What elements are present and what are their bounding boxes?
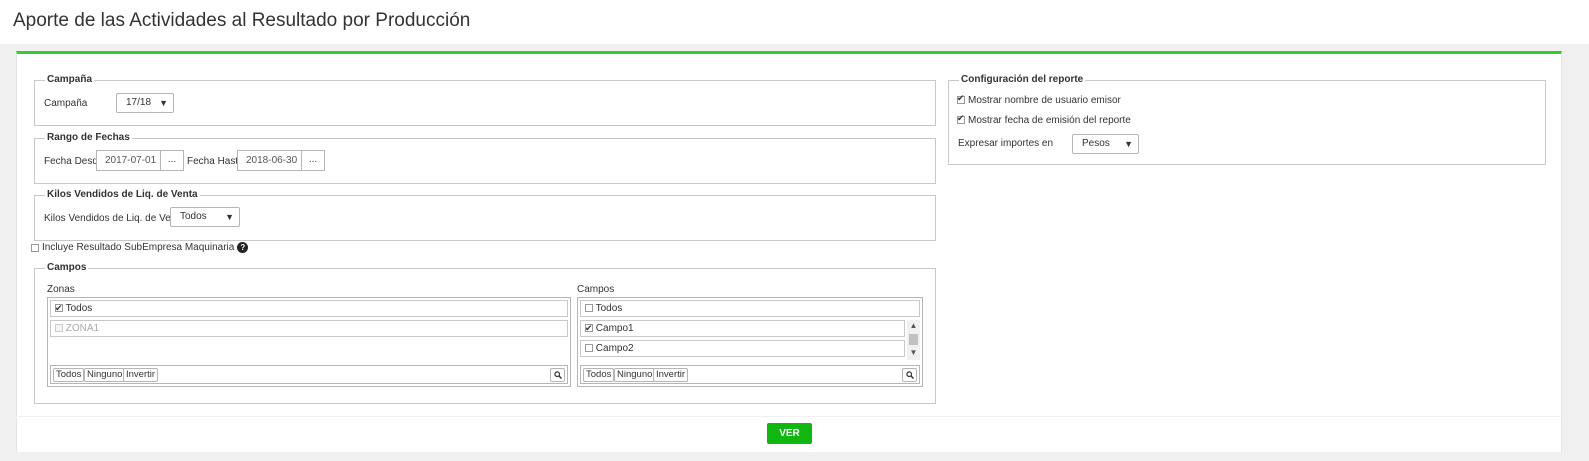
rango-fechas-legend: Rango de Fechas xyxy=(45,132,132,143)
campos-listbox: Todos Campo1 Campo2 ▲ ▼ Todos Ninguno In… xyxy=(577,297,923,387)
fecha-desde-picker-button[interactable]: ... xyxy=(160,150,184,171)
expresar-selected-value: Pesos xyxy=(1082,138,1110,149)
chevron-down-icon: ▼ xyxy=(1124,139,1133,149)
zonas-todos-checkbox[interactable] xyxy=(55,301,63,316)
fecha-hasta-input[interactable]: 2018-06-30 xyxy=(237,150,303,171)
subempresa-row: Incluye Resultado SubEmpresa Maquinaria? xyxy=(31,242,249,254)
chevron-down-icon: ▼ xyxy=(225,212,234,222)
expresar-label: Expresar importes en xyxy=(958,138,1054,149)
zonas-list-footer: Todos Ninguno Invertir xyxy=(50,365,568,384)
zonas-listbox: Todos ZONA1 Todos Ninguno Invertir xyxy=(47,297,571,387)
zonas-ninguno-button[interactable]: Ninguno xyxy=(84,368,126,382)
fecha-desde-label: Fecha Desde xyxy=(44,156,104,167)
mostrar-fecha-row: Mostrar fecha de emisión del reporte xyxy=(957,113,1131,126)
rango-fechas-group: Rango de Fechas Fecha Desde 2017-07-01 .… xyxy=(34,132,936,184)
zonas-todos-item[interactable]: Todos xyxy=(50,300,568,317)
campos-todos-button[interactable]: Todos xyxy=(583,368,615,382)
chevron-down-icon: ▼ xyxy=(159,98,168,108)
scrollbar-thumb[interactable] xyxy=(909,334,918,345)
campo-item-checkbox[interactable] xyxy=(585,344,593,353)
campos-scrollbar[interactable]: ▲ ▼ xyxy=(907,320,920,360)
config-legend: Configuración del reporte xyxy=(959,74,1086,85)
config-group: Configuración del reporte Mostrar nombre… xyxy=(948,74,1546,165)
campo-item-label: Campo1 xyxy=(595,323,634,334)
kilos-group: Kilos Vendidos de Liq. de Venta Kilos Ve… xyxy=(34,189,936,241)
search-icon xyxy=(554,371,562,379)
zona-list-item[interactable]: ZONA1 xyxy=(50,320,568,337)
zonas-search-button[interactable] xyxy=(550,368,565,382)
campos-invertir-button[interactable]: Invertir xyxy=(653,368,689,382)
mostrar-fecha-label: Mostrar fecha de emisión del reporte xyxy=(968,115,1131,126)
campos-group: Campos Zonas Todos ZONA1 Todos Ninguno I… xyxy=(34,262,936,404)
campana-select[interactable]: 17/18 ▼ xyxy=(116,93,174,113)
campos-legend: Campos xyxy=(45,262,89,273)
ver-button[interactable]: VER xyxy=(767,423,812,444)
scroll-down-icon[interactable]: ▼ xyxy=(907,347,920,359)
zonas-title: Zonas xyxy=(47,284,75,295)
fecha-desde-input[interactable]: 2017-07-01 xyxy=(96,150,161,171)
zonas-invertir-button[interactable]: Invertir xyxy=(123,368,159,382)
mostrar-usuario-checkbox[interactable] xyxy=(957,93,965,105)
fecha-hasta-picker-button[interactable]: ... xyxy=(301,150,325,171)
campos-search-button[interactable] xyxy=(902,368,917,382)
kilos-legend: Kilos Vendidos de Liq. de Venta xyxy=(45,189,200,200)
kilos-label: Kilos Vendidos de Liq. de Venta xyxy=(44,213,185,224)
title-bar: Aporte de las Actividades al Resultado p… xyxy=(0,0,1589,44)
mostrar-usuario-label: Mostrar nombre de usuario emisor xyxy=(968,95,1121,106)
campana-legend: Campaña xyxy=(45,74,95,85)
campo-list-item[interactable]: Campo1 xyxy=(580,320,905,337)
zona-item-label: ZONA1 xyxy=(65,323,100,334)
question-circle-icon[interactable]: ? xyxy=(237,242,249,253)
campo-item-checkbox[interactable] xyxy=(585,321,593,336)
search-icon xyxy=(906,371,914,379)
campana-selected-value: 17/18 xyxy=(126,97,152,108)
fecha-hasta-label: Fecha Hasta xyxy=(187,156,244,167)
expresar-select[interactable]: Pesos ▼ xyxy=(1072,134,1139,154)
campos-todos-item[interactable]: Todos xyxy=(580,300,920,317)
campos-list-title: Campos xyxy=(577,284,615,295)
zonas-todos-label: Todos xyxy=(65,303,93,314)
kilos-selected-value: Todos xyxy=(180,211,207,222)
campana-group: Campaña Campaña 17/18 ▼ xyxy=(34,74,936,126)
campo-item-label: Campo2 xyxy=(595,343,634,354)
subempresa-label: Incluye Resultado SubEmpresa Maquinaria xyxy=(42,242,235,254)
page-title: Aporte de las Actividades al Resultado p… xyxy=(13,10,471,31)
subempresa-checkbox[interactable] xyxy=(31,243,39,252)
campana-label: Campaña xyxy=(44,98,88,109)
report-panel: Campaña Campaña 17/18 ▼ Rango de Fechas … xyxy=(16,51,1562,416)
zona-item-checkbox[interactable] xyxy=(55,324,63,333)
zonas-todos-button[interactable]: Todos xyxy=(53,368,85,382)
campos-todos-label: Todos xyxy=(595,303,623,314)
campos-ninguno-button[interactable]: Ninguno xyxy=(614,368,656,382)
campo-list-item[interactable]: Campo2 xyxy=(580,340,905,357)
mostrar-fecha-checkbox[interactable] xyxy=(957,113,965,125)
scroll-up-icon[interactable]: ▲ xyxy=(907,320,920,332)
campos-todos-checkbox[interactable] xyxy=(585,304,593,313)
campos-list-footer: Todos Ninguno Invertir xyxy=(580,365,920,384)
mostrar-usuario-row: Mostrar nombre de usuario emisor xyxy=(957,93,1121,106)
kilos-select[interactable]: Todos ▼ xyxy=(170,207,240,227)
